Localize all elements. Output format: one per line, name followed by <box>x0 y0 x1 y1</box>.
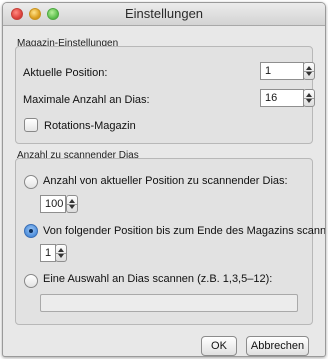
ok-button[interactable]: OK <box>201 336 237 356</box>
max-slides-field[interactable]: 16 <box>260 89 304 107</box>
settings-window: Einstellungen Magazin-Einstellungen Aktu… <box>2 2 326 357</box>
stepper-down-icon[interactable] <box>306 72 312 76</box>
option-selection-label: Eine Auswahl an Dias scannen (z.B. 1,3,5… <box>43 273 273 285</box>
current-position-field[interactable]: 1 <box>260 62 304 80</box>
max-slides-stepper[interactable] <box>303 89 315 107</box>
start-position-stepper[interactable] <box>55 244 67 262</box>
count-from-current-field[interactable]: 100 <box>40 195 66 213</box>
selection-input[interactable] <box>40 294 298 312</box>
count-from-current-stepper[interactable] <box>66 195 78 213</box>
window-title: Einstellungen <box>124 6 204 21</box>
current-position-stepper[interactable] <box>303 62 315 80</box>
title-bar[interactable]: Einstellungen <box>3 3 325 26</box>
current-position-label: Aktuelle Position: <box>23 67 108 79</box>
stepper-up-icon[interactable] <box>306 66 312 70</box>
cancel-button[interactable]: Abbrechen <box>246 336 309 356</box>
max-slides-label: Maximale Anzahl an Dias: <box>23 94 150 106</box>
option-current-position-label: Anzahl von aktueller Position zu scannen… <box>43 175 288 187</box>
stepper-down-icon[interactable] <box>306 99 312 103</box>
option-position-to-end-label: Von folgender Position bis zum Ende des … <box>43 225 326 237</box>
rotation-magazine-checkbox[interactable] <box>24 118 38 132</box>
start-position-field[interactable]: 1 <box>40 244 56 262</box>
stepper-up-icon[interactable] <box>306 93 312 97</box>
option-selection-radio[interactable] <box>24 274 38 288</box>
stepper-down-icon[interactable] <box>69 205 75 209</box>
stepper-up-icon[interactable] <box>69 199 75 203</box>
stepper-up-icon[interactable] <box>58 248 64 252</box>
stepper-down-icon[interactable] <box>58 254 64 258</box>
option-position-to-end-radio[interactable] <box>24 224 38 238</box>
rotation-magazine-label: Rotations-Magazin <box>44 120 136 132</box>
option-current-position-radio[interactable] <box>24 175 38 189</box>
